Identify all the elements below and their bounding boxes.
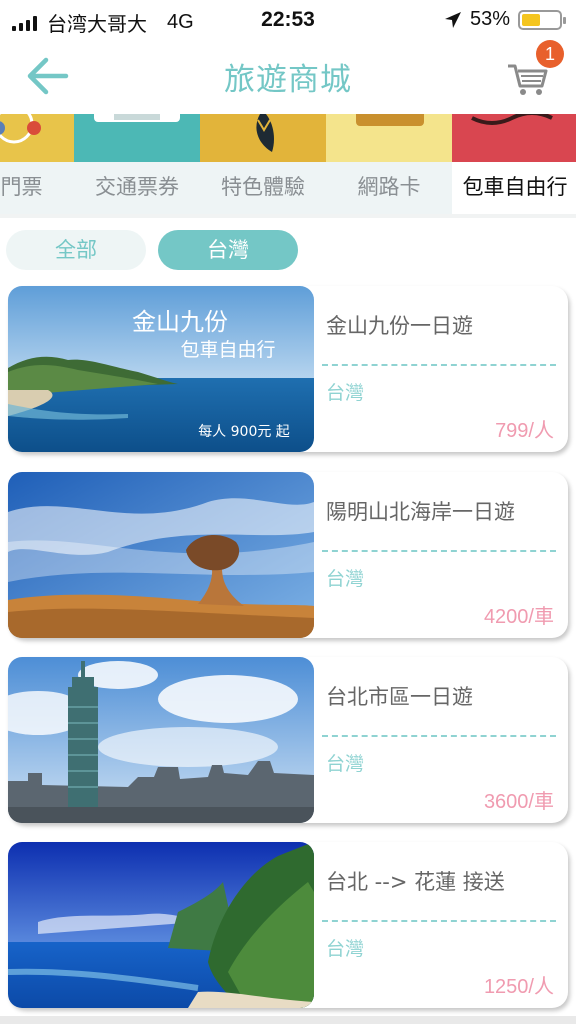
product-card[interactable]: 台北 --> 花蓮 接送 台灣 1250/人 xyxy=(8,842,568,1008)
product-price: 4200/車 xyxy=(483,606,554,628)
tab-label: 包車自由行 xyxy=(452,162,576,214)
banner-subtitle: 包車自由行 xyxy=(180,339,275,361)
divider xyxy=(322,735,556,737)
product-image-taipei-city xyxy=(8,657,314,823)
product-region: 台灣 xyxy=(326,753,365,775)
product-image-hualien xyxy=(8,842,314,1008)
category-thumbnail xyxy=(200,114,326,162)
filter-all-button[interactable]: 全部 xyxy=(6,230,146,270)
status-bar: 台湾大哥大 4G 22:53 53% xyxy=(0,0,576,40)
product-region: 台灣 xyxy=(326,382,365,404)
divider xyxy=(322,550,556,552)
divider xyxy=(322,920,556,922)
tab-label: 交通票券 xyxy=(74,162,200,214)
product-price: 3600/車 xyxy=(483,791,554,813)
banner-title: 金山九份 xyxy=(132,308,228,336)
product-name: 台北市區一日遊 xyxy=(326,685,473,709)
product-price: 799/人 xyxy=(495,420,554,442)
category-thumbnail xyxy=(0,114,74,162)
product-card[interactable]: 台北市區一日遊 台灣 3600/車 xyxy=(8,657,568,823)
bottom-edge xyxy=(0,1016,576,1024)
filter-taiwan-button[interactable]: 台灣 xyxy=(158,230,298,270)
product-card[interactable]: 金山九份 包車自由行 每人 900元 起 金山九份一日遊 台灣 799/人 xyxy=(8,286,568,452)
product-card[interactable]: 陽明山北海岸一日遊 台灣 4200/車 xyxy=(8,472,568,638)
tab-label: 特色體驗 xyxy=(200,162,326,214)
tab-charter-tours[interactable]: 包車自由行 xyxy=(452,114,576,214)
location-arrow-icon xyxy=(444,11,461,28)
product-region: 台灣 xyxy=(326,938,365,960)
product-region: 台灣 xyxy=(326,568,365,590)
page-title: 旅遊商城 xyxy=(224,62,352,98)
nav-header: 旅遊商城 1 xyxy=(0,40,576,112)
tab-transport-tickets[interactable]: 交通票券 xyxy=(74,114,200,214)
battery-percent: 53% xyxy=(469,8,510,30)
tab-label: 網路卡 xyxy=(326,162,452,214)
banner-price: 每人 900元 起 xyxy=(198,424,290,440)
tab-attraction-tickets[interactable]: 園門票 xyxy=(0,114,74,214)
tab-experiences[interactable]: 特色體驗 xyxy=(200,114,326,214)
cart-count-badge: 1 xyxy=(536,40,564,68)
category-thumbnail xyxy=(326,114,452,162)
divider xyxy=(322,364,556,366)
category-thumbnail xyxy=(74,114,200,162)
category-tabs: 園門票 交通票券 特色體驗 xyxy=(0,114,576,214)
tab-sim-cards[interactable]: 網路卡 xyxy=(326,114,452,214)
divider xyxy=(0,214,576,218)
product-price: 1250/人 xyxy=(483,976,554,998)
category-thumbnail xyxy=(452,114,576,162)
product-image-jinshan-jiufen: 金山九份 包車自由行 每人 900元 起 xyxy=(8,286,314,452)
product-name: 金山九份一日遊 xyxy=(326,314,473,338)
product-name: 台北 --> 花蓮 接送 xyxy=(326,870,505,894)
battery-icon xyxy=(518,9,566,30)
tab-label: 園門票 xyxy=(0,162,74,214)
product-image-yangmingshan xyxy=(8,472,314,638)
product-name: 陽明山北海岸一日遊 xyxy=(326,500,515,524)
